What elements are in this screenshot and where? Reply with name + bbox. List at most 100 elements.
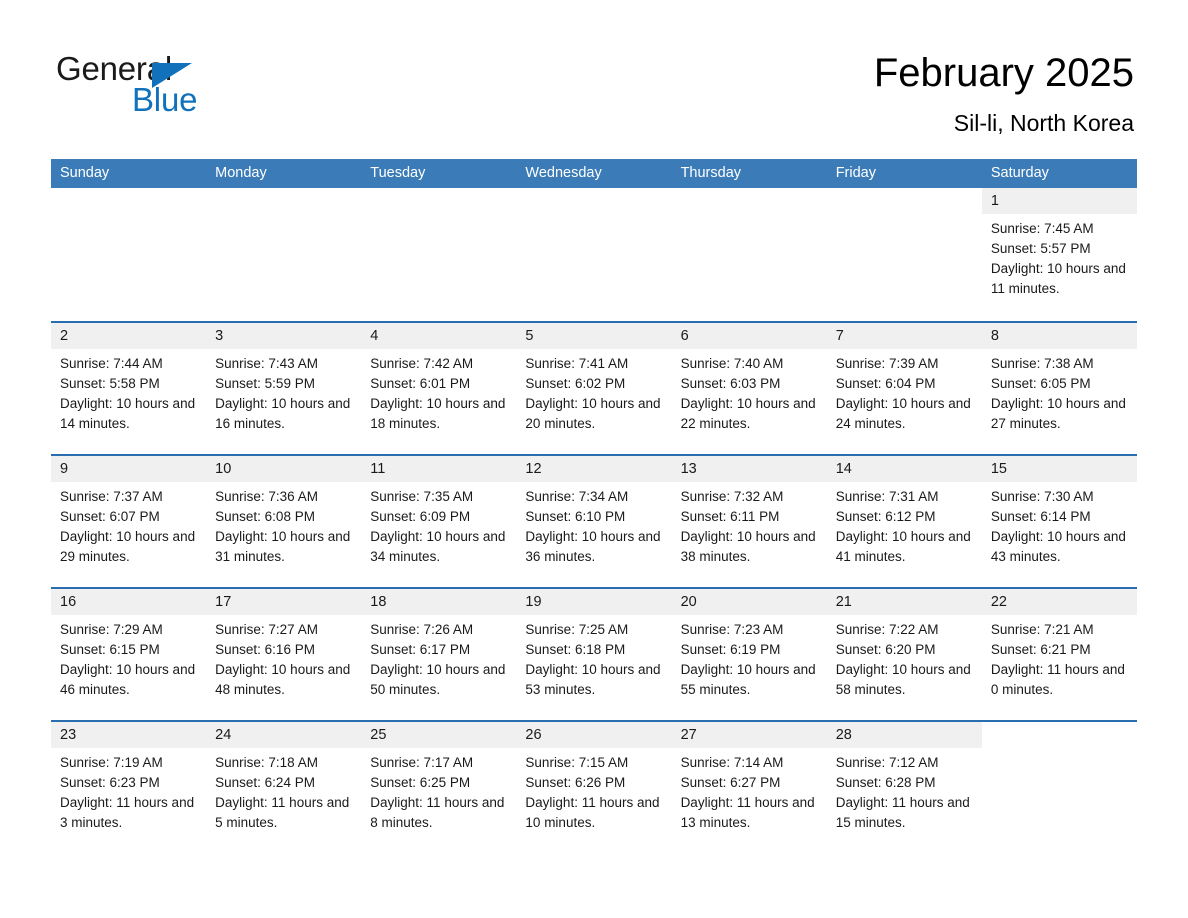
daylight-text: Daylight: 11 hours and 5 minutes. <box>215 795 350 830</box>
calendar-day-cell[interactable]: 27 Sunrise: 7:14 AM Sunset: 6:27 PM Dayligh… <box>671 722 827 853</box>
weekday-header-sunday: Sunday <box>60 165 110 181</box>
day-details: Sunrise: 7:44 AM Sunset: 5:58 PM Daylight:… <box>51 349 206 434</box>
calendar-day-cell[interactable]: 23 Sunrise: 7:19 AM Sunset: 6:23 PM Dayligh… <box>51 722 207 853</box>
calendar-day-cell[interactable]: 14 Sunrise: 7:31 AM Sunset: 6:12 PM Dayligh… <box>826 456 982 587</box>
calendar-day-cell[interactable]: 2 Sunrise: 7:44 AM Sunset: 5:58 PM Daylight… <box>51 323 207 454</box>
daylight-text: Daylight: 11 hours and 15 minutes. <box>835 795 970 830</box>
sunset-text: Sunset: 5:58 PM <box>60 376 160 391</box>
sunset-text: Sunset: 6:17 PM <box>370 642 471 657</box>
calendar-day-cell[interactable]: 6 Sunrise: 7:40 AM Sunset: 6:03 PM Daylight… <box>671 323 827 454</box>
calendar-day-cell[interactable]: 15 Sunrise: 7:30 AM Sunset: 6:14 PM Dayligh… <box>981 456 1137 587</box>
sunset-text: Sunset: 6:14 PM <box>990 509 1091 524</box>
weekday-header-row: Sunday Monday Tuesday Wednesday Thursday Frid… <box>51 159 1137 188</box>
calendar-day-cell-empty <box>827 188 982 321</box>
calendar-weeks: 1 Sunrise: 7:45 AM Sunset: 5:57 PM Daylight… <box>51 188 1137 853</box>
sunrise-text: Sunrise: 7:38 AM <box>990 356 1094 371</box>
calendar-week-row: 1 Sunrise: 7:45 AM Sunset: 5:57 PM Daylight… <box>51 188 1137 321</box>
calendar-day-cell[interactable]: 28 Sunrise: 7:12 AM Sunset: 6:28 PM Dayligh… <box>826 722 982 853</box>
day-number: 27 <box>671 722 827 748</box>
day-number: 3 <box>206 323 362 349</box>
calendar-day-cell[interactable]: 1 Sunrise: 7:45 AM Sunset: 5:57 PM Daylight… <box>981 188 1137 321</box>
calendar-day-cell[interactable]: 3 Sunrise: 7:43 AM Sunset: 5:59 PM Daylight… <box>206 323 362 454</box>
day-number: 12 <box>516 456 672 482</box>
calendar-day-cell[interactable]: 11 Sunrise: 7:35 AM Sunset: 6:09 PM Dayligh… <box>361 456 517 587</box>
calendar-day-cell[interactable]: 16 Sunrise: 7:29 AM Sunset: 6:15 PM Dayligh… <box>51 589 207 720</box>
day-number: 25 <box>361 722 517 748</box>
calendar-day-cell[interactable]: 8 Sunrise: 7:38 AM Sunset: 6:05 PM Daylight… <box>981 323 1137 454</box>
calendar-day-cell[interactable]: 12 Sunrise: 7:34 AM Sunset: 6:10 PM Dayligh… <box>516 456 672 587</box>
day-number: 6 <box>671 323 827 349</box>
sunset-text: Sunset: 5:59 PM <box>215 376 315 391</box>
calendar-day-cell[interactable]: 4 Sunrise: 7:42 AM Sunset: 6:01 PM Daylight… <box>361 323 517 454</box>
day-details: Sunrise: 7:43 AM Sunset: 5:59 PM Daylight:… <box>206 349 361 434</box>
logo-text-blue: Blue <box>132 81 198 118</box>
calendar-day-cell[interactable]: 13 Sunrise: 7:32 AM Sunset: 6:11 PM Dayligh… <box>671 456 827 587</box>
calendar-day-cell-empty <box>672 188 827 321</box>
sunrise-text: Sunrise: 7:15 AM <box>525 755 629 770</box>
sunrise-text: Sunrise: 7:17 AM <box>370 755 474 770</box>
sunrise-text: Sunrise: 7:37 AM <box>60 489 163 504</box>
day-number: 4 <box>361 323 517 349</box>
calendar-day-cell[interactable]: 5 Sunrise: 7:41 AM Sunset: 6:02 PM Daylight… <box>516 323 672 454</box>
calendar-day-cell-empty <box>516 188 671 321</box>
day-details: Sunrise: 7:23 AM Sunset: 6:19 PM Daylight:… <box>672 615 827 700</box>
calendar-day-cell[interactable]: 19 Sunrise: 7:25 AM Sunset: 6:18 PM Dayligh… <box>516 589 672 720</box>
calendar-day-cell[interactable]: 24 Sunrise: 7:18 AM Sunset: 6:24 PM Dayligh… <box>206 722 362 853</box>
sunrise-text: Sunrise: 7:42 AM <box>370 356 474 371</box>
sunset-text: Sunset: 6:21 PM <box>990 642 1091 657</box>
day-details: Sunrise: 7:14 AM Sunset: 6:27 PM Daylight:… <box>672 748 827 833</box>
day-number <box>672 188 827 214</box>
weekday-header-tuesday: Tuesday <box>370 165 426 181</box>
day-details: Sunrise: 7:18 AM Sunset: 6:24 PM Daylight:… <box>206 748 361 833</box>
weekday-header-thursday: Thursday <box>680 165 742 181</box>
calendar-grid: Sunday Monday Tuesday Wednesday Thursday Frid… <box>51 159 1137 853</box>
day-details: Sunrise: 7:25 AM Sunset: 6:18 PM Daylight:… <box>516 615 671 700</box>
sunrise-text: Sunrise: 7:19 AM <box>60 755 163 770</box>
calendar-day-cell[interactable]: 20 Sunrise: 7:23 AM Sunset: 6:19 PM Dayligh… <box>671 589 827 720</box>
title-block: February 2025 Sil-li, North Korea <box>874 48 1134 138</box>
daylight-text: Daylight: 10 hours and 31 minutes. <box>215 529 351 564</box>
sunset-text: Sunset: 6:23 PM <box>60 775 160 790</box>
calendar-day-cell[interactable]: 22 Sunrise: 7:21 AM Sunset: 6:21 PM Dayligh… <box>981 589 1137 720</box>
calendar-day-cell[interactable]: 21 Sunrise: 7:22 AM Sunset: 6:20 PM Dayligh… <box>826 589 982 720</box>
calendar-day-cell[interactable]: 26 Sunrise: 7:15 AM Sunset: 6:26 PM Dayligh… <box>516 722 672 853</box>
sunset-text: Sunset: 5:57 PM <box>990 241 1091 256</box>
day-number: 13 <box>671 456 827 482</box>
calendar-day-cell[interactable]: 10 Sunrise: 7:36 AM Sunset: 6:08 PM Dayligh… <box>206 456 362 587</box>
daylight-text: Daylight: 11 hours and 3 minutes. <box>60 795 195 830</box>
daylight-text: Daylight: 11 hours and 8 minutes. <box>370 795 505 830</box>
calendar-day-cell[interactable]: 18 Sunrise: 7:26 AM Sunset: 6:17 PM Dayligh… <box>361 589 517 720</box>
calendar-day-cell[interactable]: 17 Sunrise: 7:27 AM Sunset: 6:16 PM Dayligh… <box>206 589 362 720</box>
calendar-day-cell[interactable]: 9 Sunrise: 7:37 AM Sunset: 6:07 PM Daylight… <box>51 456 207 587</box>
sunset-text: Sunset: 6:12 PM <box>835 509 936 524</box>
calendar-week-row: 23 Sunrise: 7:19 AM Sunset: 6:23 PM Dayligh… <box>51 720 1137 853</box>
sunset-text: Sunset: 6:10 PM <box>525 509 626 524</box>
sunrise-text: Sunrise: 7:43 AM <box>215 356 318 371</box>
sunset-text: Sunset: 6:16 PM <box>215 642 315 657</box>
sunrise-text: Sunrise: 7:45 AM <box>990 221 1094 236</box>
day-details: Sunrise: 7:38 AM Sunset: 6:05 PM Daylight:… <box>982 349 1137 434</box>
calendar-page: General Blue February 2025 Sil-li, North… <box>0 0 1188 918</box>
sunrise-text: Sunrise: 7:41 AM <box>525 356 629 371</box>
sunrise-text: Sunrise: 7:25 AM <box>525 622 629 637</box>
page-header: General Blue February 2025 Sil-li, North… <box>0 0 1188 160</box>
sunrise-text: Sunrise: 7:31 AM <box>835 489 939 504</box>
calendar-day-cell-empty <box>51 188 206 321</box>
daylight-text: Daylight: 10 hours and 24 minutes. <box>835 396 971 431</box>
calendar-week-row: 2 Sunrise: 7:44 AM Sunset: 5:58 PM Daylight… <box>51 321 1137 454</box>
daylight-text: Daylight: 10 hours and 48 minutes. <box>215 662 351 697</box>
day-details: Sunrise: 7:41 AM Sunset: 6:02 PM Daylight:… <box>516 349 671 434</box>
day-details: Sunrise: 7:35 AM Sunset: 6:09 PM Daylight:… <box>361 482 516 567</box>
daylight-text: Daylight: 10 hours and 27 minutes. <box>990 396 1126 431</box>
calendar-day-cell[interactable]: 25 Sunrise: 7:17 AM Sunset: 6:25 PM Dayligh… <box>361 722 517 853</box>
sunrise-text: Sunrise: 7:34 AM <box>525 489 629 504</box>
daylight-text: Daylight: 10 hours and 36 minutes. <box>525 529 661 564</box>
general-blue-logo[interactable]: General Blue <box>56 50 316 130</box>
sunset-text: Sunset: 6:28 PM <box>835 775 936 790</box>
day-details: Sunrise: 7:37 AM Sunset: 6:07 PM Daylight:… <box>51 482 206 567</box>
day-details: Sunrise: 7:19 AM Sunset: 6:23 PM Daylight:… <box>51 748 206 833</box>
calendar-day-cell[interactable]: 7 Sunrise: 7:39 AM Sunset: 6:04 PM Daylight… <box>826 323 982 454</box>
daylight-text: Daylight: 10 hours and 50 minutes. <box>370 662 506 697</box>
day-number: 9 <box>51 456 207 482</box>
sunrise-text: Sunrise: 7:21 AM <box>990 622 1094 637</box>
